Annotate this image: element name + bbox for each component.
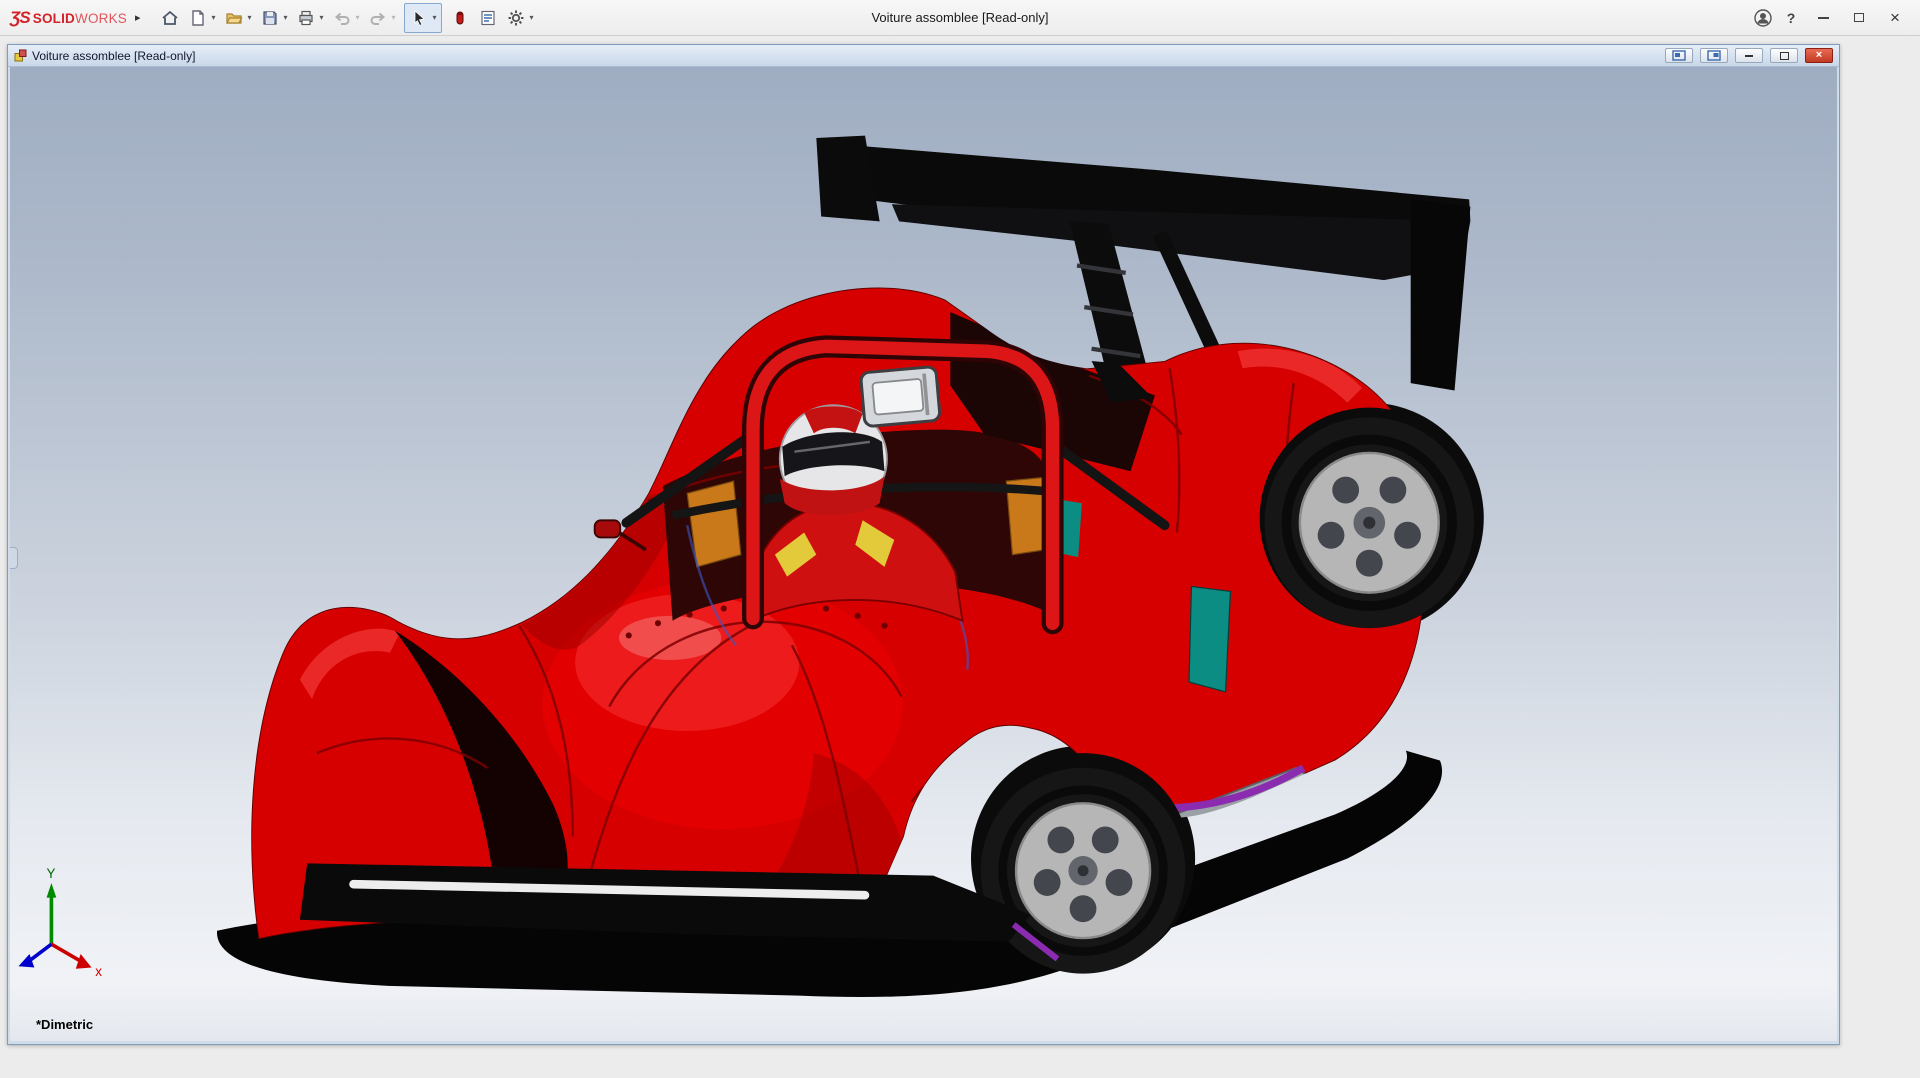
open-button[interactable] xyxy=(221,4,247,32)
3d-model-canvas[interactable]: Y x xyxy=(10,67,1837,1041)
redo-button[interactable] xyxy=(365,4,391,32)
print-dropdown[interactable]: ▾ xyxy=(317,13,327,22)
save-dropdown[interactable]: ▾ xyxy=(281,13,291,22)
select-tool-dropdown[interactable]: ▾ xyxy=(430,13,440,22)
undo-dropdown[interactable]: ▾ xyxy=(353,13,363,22)
options-button[interactable] xyxy=(503,4,529,32)
menu-expand-arrow-icon[interactable]: ▸ xyxy=(135,11,141,24)
restore-button[interactable] xyxy=(1842,4,1876,31)
main-window-title: Voiture assomblee [Read-only] xyxy=(871,10,1048,25)
close-button[interactable]: × xyxy=(1878,4,1912,31)
new-document-dropdown[interactable]: ▾ xyxy=(209,13,219,22)
assembly-document-icon xyxy=(14,49,27,62)
select-cursor-icon xyxy=(410,9,428,27)
doc-restore-icon xyxy=(1780,52,1789,60)
solidworks-logo-mark: ƷS xyxy=(10,8,30,28)
appearances-icon xyxy=(451,9,469,27)
save-icon xyxy=(261,9,279,27)
document-title: Voiture assomblee [Read-only] xyxy=(32,49,195,63)
float-window-icon xyxy=(1672,50,1686,61)
open-folder-icon xyxy=(225,9,243,27)
undo-icon xyxy=(333,9,351,27)
mdi-area: Voiture assomblee [Read-only] × xyxy=(0,36,1920,1078)
triad-y-label: Y xyxy=(47,866,56,881)
print-button[interactable] xyxy=(293,4,319,32)
doc-float-window-button[interactable] xyxy=(1665,48,1693,63)
home-button[interactable] xyxy=(157,4,183,32)
new-document-icon xyxy=(189,9,207,27)
redo-icon xyxy=(369,9,387,27)
minimize-button[interactable] xyxy=(1806,4,1840,31)
options-dropdown[interactable]: ▾ xyxy=(527,13,537,22)
new-document-button[interactable] xyxy=(185,4,211,32)
appearances-button[interactable] xyxy=(447,4,473,32)
doc-restore-button[interactable] xyxy=(1770,48,1798,63)
redo-dropdown[interactable]: ▾ xyxy=(389,13,399,22)
featuremanager-collapse-handle[interactable] xyxy=(10,547,18,569)
triad-x-label: x xyxy=(95,964,102,979)
dock-window-icon xyxy=(1707,50,1721,61)
doc-minimize-icon xyxy=(1745,55,1753,57)
orientation-triad[interactable]: Y x xyxy=(19,866,103,979)
rearview-scoop[interactable] xyxy=(860,366,940,426)
document-window: Voiture assomblee [Read-only] × xyxy=(7,44,1840,1045)
home-icon xyxy=(161,9,179,27)
restore-icon xyxy=(1854,13,1864,22)
doc-minimize-button[interactable] xyxy=(1735,48,1763,63)
car-body[interactable] xyxy=(251,288,1428,940)
document-properties-icon xyxy=(479,9,497,27)
help-button[interactable]: ? xyxy=(1778,4,1804,32)
solidworks-logo: ƷS SOLIDWORKS xyxy=(10,8,127,28)
open-dropdown[interactable]: ▾ xyxy=(245,13,255,22)
minimize-icon xyxy=(1818,17,1829,19)
doc-dock-window-button[interactable] xyxy=(1700,48,1728,63)
undo-button[interactable] xyxy=(329,4,355,32)
3d-viewport[interactable]: Y x *Dimetric xyxy=(10,67,1837,1041)
account-button[interactable] xyxy=(1750,4,1776,32)
document-properties-button[interactable] xyxy=(475,4,501,32)
options-gear-icon xyxy=(507,9,525,27)
select-tool-button[interactable] xyxy=(406,4,432,32)
account-icon xyxy=(1753,8,1773,28)
select-tool-group[interactable]: ▾ xyxy=(404,3,442,33)
view-orientation-label: *Dimetric xyxy=(36,1017,93,1032)
solidworks-logo-solid: SOLID xyxy=(33,11,75,26)
print-icon xyxy=(297,9,315,27)
doc-close-button[interactable]: × xyxy=(1805,48,1833,63)
solidworks-logo-works: WORKS xyxy=(75,11,127,26)
document-titlebar[interactable]: Voiture assomblee [Read-only] × xyxy=(8,45,1839,67)
main-titlebar[interactable]: ƷS SOLIDWORKS ▸ ▾ ▾ ▾ xyxy=(0,0,1920,36)
save-button[interactable] xyxy=(257,4,283,32)
